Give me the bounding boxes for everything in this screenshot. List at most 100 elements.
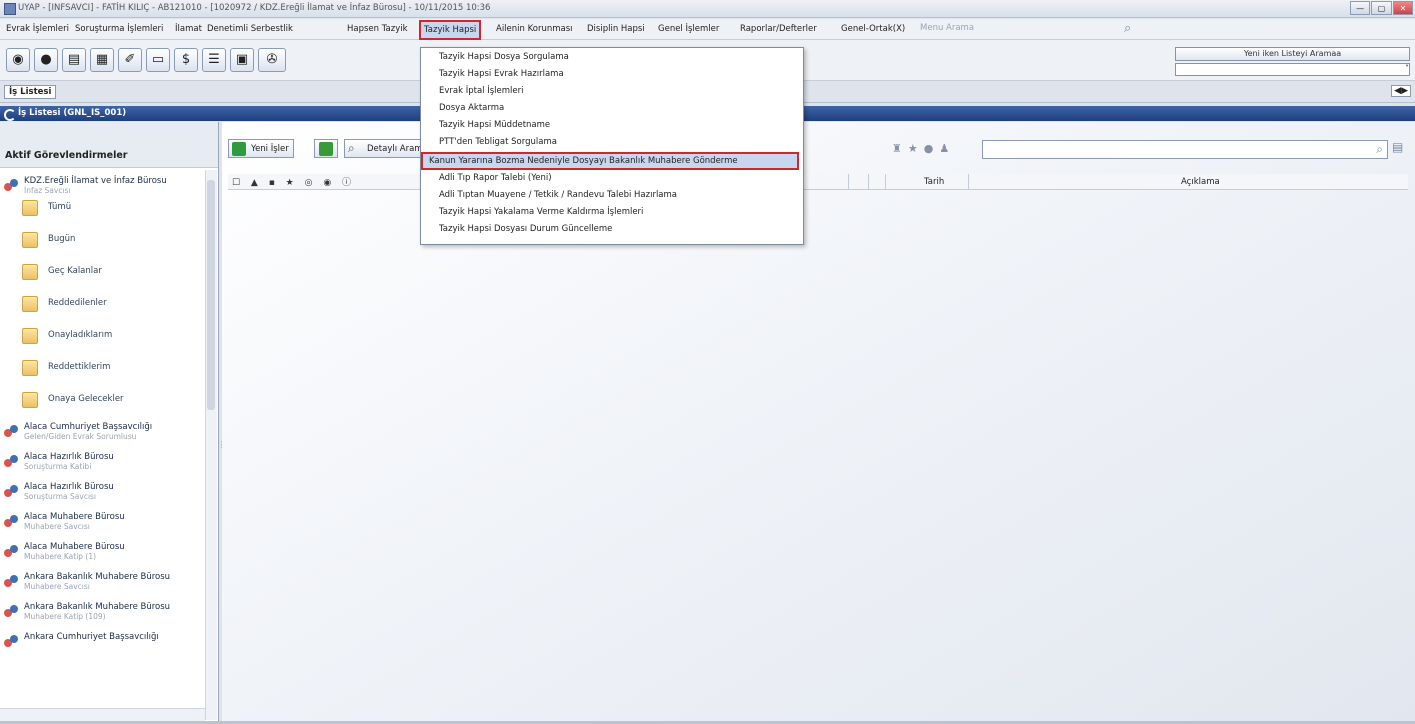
left-panel-header: Aktif Görevlendirmeler [0,122,218,168]
loading-icon [4,109,16,121]
assignment-name: Alaca Muhabere Bürosu [24,512,125,522]
assignment-role: Muhabere Katip (109) [24,612,106,621]
menu-genel-ortak[interactable]: Genel-Ortak(X) [841,24,905,34]
folder-label: Reddedilenler [48,298,107,308]
assignment-name: Ankara Cumhuriyet Başsavcılığı [24,632,159,642]
left-panel-hscroll[interactable] [0,708,205,721]
panel-title: İş Listesi (GNL_IS_001) [18,108,127,118]
assignment-name: Alaca Muhabere Bürosu [24,542,125,552]
list-icon[interactable]: ☰ [202,48,226,72]
scrollbar-thumb[interactable] [207,180,215,410]
detailed-search-label: Detaylı Arama [367,144,428,154]
folder-icon [22,296,38,312]
list-select[interactable]: ˅ [1175,63,1410,76]
grid-icon[interactable]: ▦ [90,48,114,72]
tab-nav-arrows[interactable]: ◀▶ [1391,85,1411,97]
work-list-header: ☐ ▲ ▪ ★ ◎ ◉ ⓘ Tarih Açıklama [228,174,1408,190]
folder-label: Reddettiklerim [48,362,111,372]
assignment-name: Alaca Hazırlık Bürosu [24,482,114,492]
column-header-date[interactable]: Tarih [924,177,944,187]
menu-item[interactable]: Tazyik Hapsi Müddetname [439,120,550,130]
menu-evrak-islemleri[interactable]: Evrak İşlemleri [6,24,69,34]
menu-item[interactable]: Tazyik Hapsi Dosya Sorgulama [439,52,569,62]
assignment-name: Ankara Bakanlık Muhabere Bürosu [24,602,171,612]
search-icon[interactable]: ⌕ [1376,142,1383,157]
menu-hapsen-tazyik[interactable]: Hapsen Tazyik [347,24,408,34]
work-list-area: Yeni İşler ⌕ Detaylı Arama ♜★●♟ ⌕ ▤ ☐ ▲ … [222,122,1415,721]
window-icon[interactable]: ▣ [230,48,254,72]
search-icon: ⌕ [348,141,355,155]
assignment-name: Alaca Hazırlık Bürosu [24,452,114,462]
filter-icons[interactable]: ♜★●♟ [892,142,955,155]
assignment-role: Muhabere Savcısı [24,582,90,591]
menu-item[interactable]: Adli Tıp Rapor Talebi (Yeni) [439,173,552,183]
search-icon[interactable]: ⌕ [1124,21,1131,36]
grid-view-icon[interactable]: ▤ [1392,140,1408,157]
assignment-role: Soruşturma Katibi [24,462,92,471]
menu-item-highlighted[interactable]: Kanun Yararına Bozma Nedeniyle Dosyayı B… [421,152,799,170]
menu-item[interactable]: Adli Tıptan Muayene / Tetkik / Randevu T… [439,190,677,200]
column-divider [868,174,869,189]
menu-denetimli-serbestlik[interactable]: Denetimli Serbestlik [207,24,293,34]
user-group-icon [4,575,20,589]
menu-item[interactable]: Tazyik Hapsi Dosyası Durum Güncelleme [439,224,612,234]
new-list-search-button[interactable]: Yeni iken Listeyi Aramaa [1175,47,1410,61]
tab-is-listesi[interactable]: İş Listesi [4,85,57,99]
window-controls: — ▢ ✕ [1349,1,1413,15]
menu-item[interactable]: Evrak İptal İşlemleri [439,86,524,96]
assignment-name: Alaca Cumhuriyet Başsavcılığı [24,422,153,432]
tag-icon[interactable]: ✐ [118,48,142,72]
column-header-description[interactable]: Açıklama [1181,177,1220,187]
close-button[interactable]: ✕ [1392,1,1413,15]
work-search-input[interactable]: ⌕ [982,140,1388,159]
column-divider [885,174,886,189]
folder-label: Bugün [48,234,76,244]
assignment-role: İnfaz Savcısı [24,186,71,195]
menu-ailenin-korunmasi[interactable]: Ailenin Korunması [496,24,573,34]
maximize-button[interactable]: ▢ [1371,1,1392,15]
menu-item[interactable]: Tazyik Hapsi Evrak Hazırlama [439,69,564,79]
window-title: UYAP - [INFSAVCI] - FATİH KILIÇ - AB1210… [18,3,491,13]
image-icon[interactable]: ▤ [62,48,86,72]
menu-disiplin-hapsi[interactable]: Disiplin Hapsi [587,24,645,34]
user-group-icon [4,425,20,439]
folder-label: Geç Kalanlar [48,266,102,276]
new-jobs-button[interactable]: Yeni İşler [228,139,294,158]
dollar-icon[interactable]: $ [174,48,198,72]
folder-label: Onayladıklarım [48,330,113,340]
menu-tazyik-hapsi[interactable]: Tazyik Hapsi [419,20,482,40]
work-list-toolbar: Yeni İşler ⌕ Detaylı Arama ♜★●♟ ⌕ ▤ [222,135,1415,163]
note-icon[interactable]: ▭ [146,48,170,72]
column-icons[interactable]: ☐ ▲ ▪ ★ ◎ ◉ ⓘ [232,175,355,188]
menu-item[interactable]: Dosya Aktarma [439,103,504,113]
column-divider [848,174,849,189]
record-icon[interactable]: ● [34,48,58,72]
menu-sorusturma-islemleri[interactable]: Soruşturma İşlemleri [75,24,163,34]
folder-icon [22,264,38,280]
refresh-icon [232,142,246,156]
menu-raporlar-defterler[interactable]: Raporlar/Defterler [740,24,817,34]
app-icon [4,3,16,15]
assignment-role: Soruşturma Savcısı [24,492,97,501]
assignment-role: Muhabere Savcısı [24,522,90,531]
title-bar: UYAP - [INFSAVCI] - FATİH KILIÇ - AB1210… [0,0,1415,18]
left-panel-scrollbar[interactable] [205,170,217,720]
folder-label: Tümü [48,202,72,212]
left-panel: Aktif Görevlendirmeler KDZ.Ereğli İlamat… [0,122,219,721]
minimize-button[interactable]: — [1350,1,1371,15]
column-divider [968,174,969,189]
user-group-icon [4,545,20,559]
menu-search-input[interactable]: Menu Arama [920,23,1120,33]
disc-icon[interactable]: ◉ [6,48,30,72]
menu-item[interactable]: Tazyik Hapsi Yakalama Verme Kaldırma İşl… [439,207,643,217]
menu-ilamat[interactable]: İlamat [175,24,202,34]
user-group-icon [4,605,20,619]
assignment-role: Muhabere Katip (1) [24,552,97,561]
puzzle-icon[interactable]: ✇ [258,48,286,72]
user-group-icon [4,635,20,649]
download-button[interactable] [314,139,338,158]
menu-genel-islemler[interactable]: Genel İşlemler [658,24,719,34]
folder-icon [22,232,38,248]
menu-item[interactable]: PTT'den Tebligat Sorgulama [439,137,557,147]
user-group-icon [4,485,20,499]
